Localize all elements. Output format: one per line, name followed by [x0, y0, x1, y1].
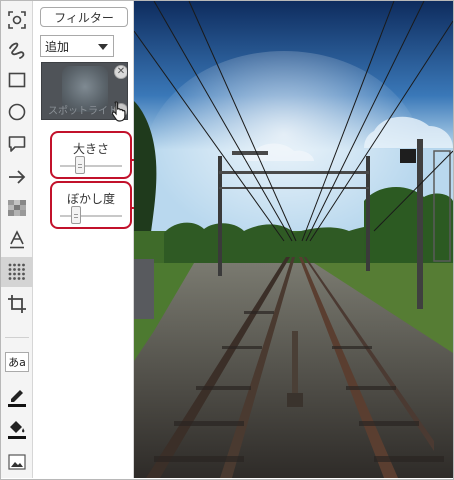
crop-icon[interactable]: [1, 289, 33, 319]
blur-slider-group: ぼかし度: [50, 181, 132, 229]
freehand-icon[interactable]: [1, 35, 33, 65]
size-slider-handle[interactable]: [74, 156, 85, 174]
toolbar-divider: [5, 337, 29, 338]
filter-button[interactable]: フィルター: [40, 7, 128, 27]
arrow-icon[interactable]: [1, 162, 33, 192]
blend-mode-value: 追加: [45, 39, 70, 54]
fill-color-icon[interactable]: [1, 413, 33, 443]
font-icon[interactable]: あa: [1, 347, 33, 377]
background-image-icon[interactable]: [1, 447, 33, 477]
mosaic-icon[interactable]: [1, 193, 33, 223]
hand-cursor-icon: [111, 101, 126, 122]
railway-photo: [134, 1, 453, 478]
font-icon-label: あa: [5, 352, 29, 372]
text-icon[interactable]: [1, 225, 33, 255]
close-icon[interactable]: ✕: [114, 65, 127, 79]
image-canvas[interactable]: [134, 1, 453, 478]
ellipse-icon[interactable]: [1, 97, 33, 127]
speech-bubble-icon[interactable]: [1, 129, 33, 159]
filter-icon[interactable]: [1, 257, 33, 287]
tool-sidebar: あa: [1, 1, 33, 478]
filter-panel: フィルター 追加 スポットライト ✕ 大きさ 1 ぼかし度 2: [34, 1, 176, 478]
blur-slider-label: ぼかし度: [66, 192, 115, 206]
size-slider-label: 大きさ: [72, 142, 109, 156]
blend-mode-select[interactable]: 追加: [40, 35, 114, 57]
chevron-down-icon: [98, 44, 108, 50]
screenshot-icon[interactable]: [1, 5, 33, 35]
size-slider-group: 大きさ: [50, 131, 132, 179]
blur-slider-track[interactable]: [60, 215, 122, 217]
blur-slider-handle[interactable]: [70, 206, 81, 224]
filter-thumbnail-label: スポットライト: [48, 106, 118, 117]
pen-color-icon[interactable]: [1, 381, 33, 411]
size-slider-track[interactable]: [60, 165, 122, 167]
rectangle-icon[interactable]: [1, 65, 33, 95]
